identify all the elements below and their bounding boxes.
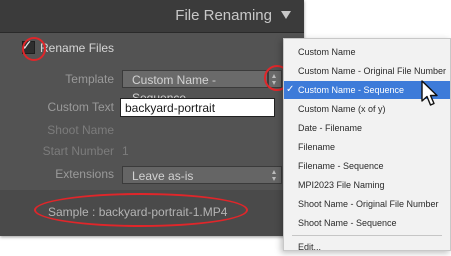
menu-item-filename-sequence[interactable]: Filename - Sequence [284,157,450,175]
menu-item-edit[interactable]: Edit... [284,238,450,256]
rename-files-checkbox[interactable]: ✓ [21,37,35,54]
start-number-label: Start Number [42,144,114,158]
shoot-name-label: Shoot Name [47,123,114,137]
mouse-pointer-icon [421,80,438,106]
menu-item-shoot-name-sequence[interactable]: Shoot Name - Sequence [284,214,450,232]
menu-item-date-filename[interactable]: Date - Filename [284,119,450,137]
menu-item-label: Custom Name (x of y) [298,104,386,114]
up-down-arrows-icon [272,74,277,85]
template-select[interactable]: Custom Name - Sequence [122,70,268,105]
menu-item-filename[interactable]: Filename [284,138,450,156]
menu-item-label: Custom Name [298,47,356,57]
checkmark-icon: ✓ [286,84,295,95]
collapse-triangle-icon[interactable] [281,11,291,19]
up-down-arrows-icon [272,170,277,181]
file-renaming-panel: File Renaming ✓ Rename Files Template Cu… [0,0,304,236]
custom-text-input[interactable] [120,98,275,117]
template-label: Template [65,72,114,86]
menu-item-shoot-name-original-file-number[interactable]: Shoot Name - Original File Number [284,195,450,213]
checkmark-icon: ✓ [21,37,33,53]
template-dropdown-menu: Custom Name Custom Name - Original File … [283,38,451,252]
menu-item-label: Filename [298,142,336,152]
menu-item-custom-name[interactable]: Custom Name [284,43,450,61]
menu-item-mpi2023-file-naming[interactable]: MPI2023 File Naming [284,176,450,194]
menu-item-label: Custom Name - Original File Number [298,66,447,76]
menu-item-label: Filename - Sequence [298,161,384,171]
menu-item-label: Custom Name - Sequence [298,85,405,95]
menu-item-label: MPI2023 File Naming [298,180,385,190]
menu-divider [292,235,442,236]
panel-title: File Renaming [175,7,272,24]
menu-item-label: Shoot Name - Original File Number [298,199,439,209]
menu-item-custom-name-original-file-number[interactable]: Custom Name - Original File Number [284,62,450,80]
start-number-value[interactable]: 1 [122,144,129,158]
sample-filename-text: Sample : backyard-portrait-1.MP4 [48,205,228,219]
menu-item-label: Date - Filename [298,123,363,133]
menu-item-label: Shoot Name - Sequence [298,218,397,228]
rename-files-label[interactable]: Rename Files [40,41,114,55]
extensions-select-value: Leave as-is [132,169,194,183]
panel-body: ✓ Rename Files Template Custom Name - Se… [0,33,304,236]
template-menu-button[interactable] [268,70,282,88]
extensions-label: Extensions [55,167,114,181]
custom-text-label: Custom Text [47,100,114,114]
panel-header[interactable]: File Renaming [0,0,304,33]
extensions-select[interactable]: Leave as-is [122,166,282,184]
